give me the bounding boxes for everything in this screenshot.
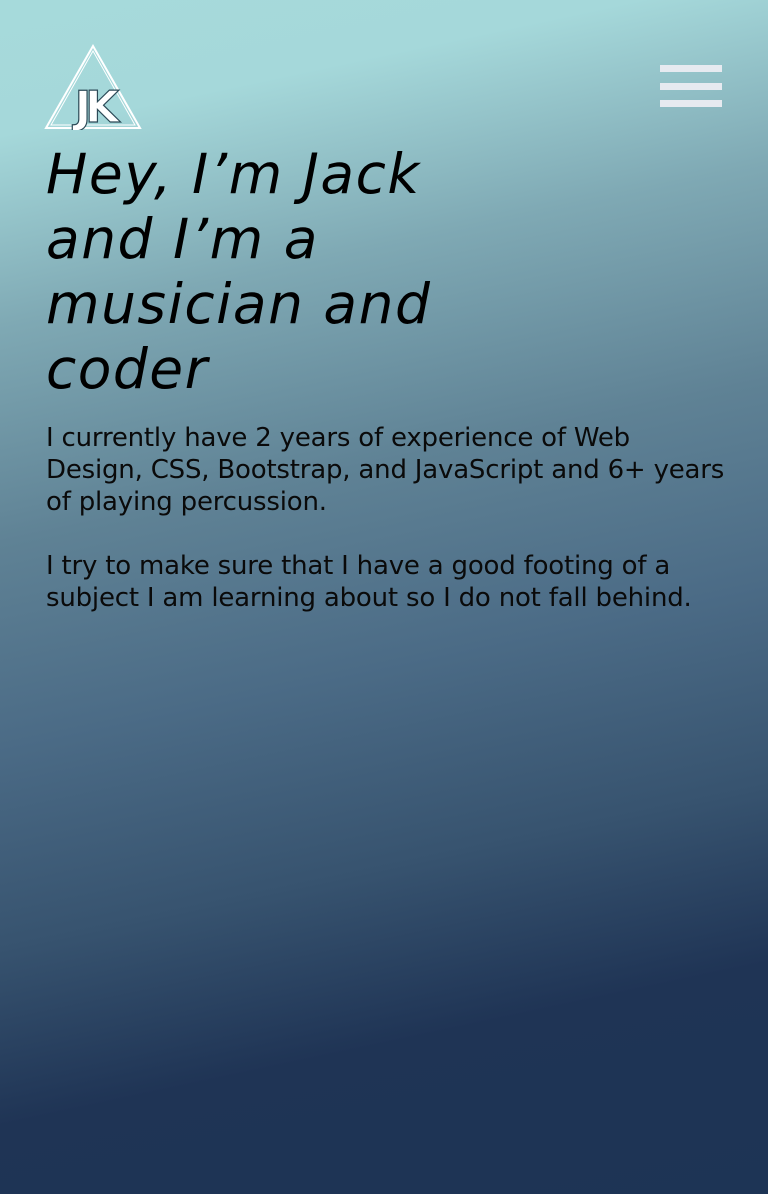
intro-paragraph-experience: I currently have 2 years of experience o… (46, 423, 725, 517)
menu-bar (660, 83, 722, 90)
hero-headline: Hey, I’m Jack and I’m a musician and cod… (46, 142, 432, 401)
intro-paragraph-learning: I try to make sure that I have a good fo… (46, 551, 692, 613)
logo-text: JK (72, 82, 121, 130)
logo-link[interactable]: JK (44, 44, 142, 130)
hamburger-menu-button[interactable] (658, 64, 724, 110)
menu-bar (660, 100, 722, 107)
menu-bar (660, 65, 722, 72)
triangle-jk-logo-icon: JK (44, 44, 142, 130)
